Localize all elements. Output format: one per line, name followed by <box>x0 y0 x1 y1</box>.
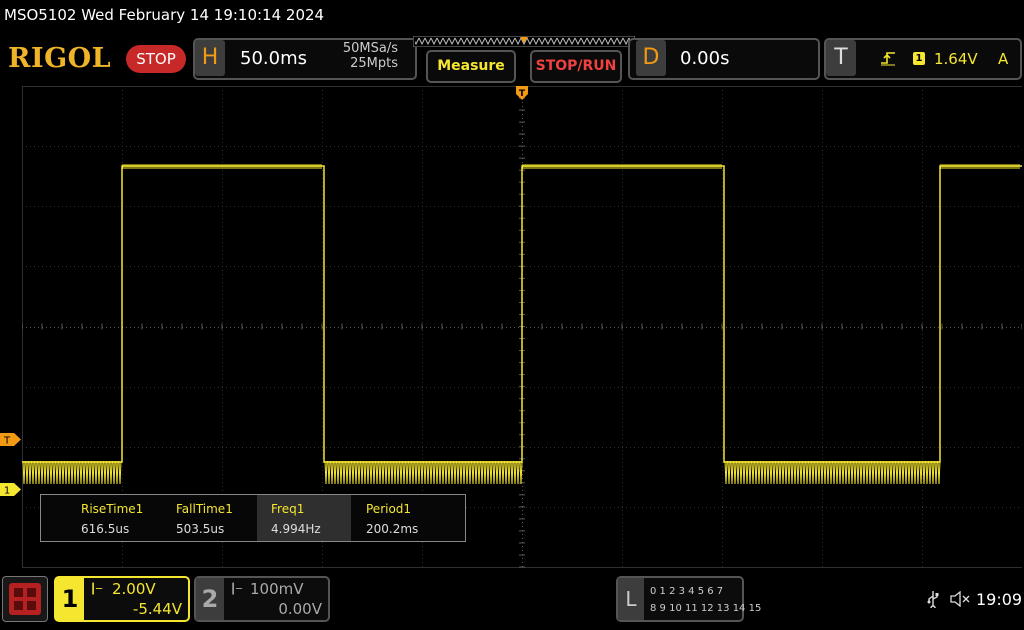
channel-1-label: 1 <box>56 578 84 620</box>
measurement-rise-time: RiseTime1 616.5us <box>67 495 161 541</box>
sample-rate: 50MSa/s <box>342 41 398 56</box>
timebase-value: 50.0ms <box>240 48 307 69</box>
memory-depth: 25Mpts <box>350 56 398 71</box>
trigger-label: T <box>826 40 856 76</box>
channel-1-offset-marker[interactable]: 1 <box>0 483 22 496</box>
rising-edge-icon <box>881 52 895 66</box>
measurement-panel[interactable]: RiseTime1 616.5us FallTime1 503.5us Freq… <box>40 494 466 542</box>
logic-analyzer-label: L <box>618 578 644 620</box>
delay-value: 0.00s <box>680 48 730 69</box>
channel-2-scale: 100mV <box>250 580 304 598</box>
brand-logo: RIGOL <box>8 43 112 74</box>
channel-2-label: 2 <box>196 578 224 620</box>
channel-1-noise <box>22 164 1020 485</box>
clock: 19:09 <box>976 590 1023 609</box>
trigger-level-marker[interactable]: T <box>0 433 22 446</box>
measurement-value: 4.994Hz <box>271 522 321 536</box>
measurement-label: RiseTime1 <box>81 502 144 516</box>
measurement-label: Freq1 <box>271 502 305 516</box>
measurement-value: 200.2ms <box>366 522 419 536</box>
measurement-label: Period1 <box>366 502 412 516</box>
dc-coupling-icon: ┃─ <box>90 584 103 595</box>
stop-run-button[interactable]: STOP/RUN <box>530 50 622 83</box>
horizontal-label: H <box>195 40 225 76</box>
trigger-source-badge: 1 <box>913 52 925 65</box>
trigger-position-marker: T <box>516 86 528 100</box>
measurement-fall-time: FallTime1 503.5us <box>162 495 256 541</box>
sound-muted-icon[interactable] <box>950 591 972 607</box>
memory-position-bar[interactable] <box>413 36 635 47</box>
measurement-frequency: Freq1 4.994Hz <box>257 495 351 541</box>
measure-button[interactable]: Measure <box>426 50 516 83</box>
channel-2-offset: 0.00V <box>278 600 322 618</box>
main-menu-icon[interactable] <box>2 576 48 622</box>
channel-1-offset: -5.44V <box>132 600 182 618</box>
title-bar: MSO5102 Wed February 14 19:10:14 2024 <box>4 6 325 24</box>
digital-channels-low: 0 1 2 3 4 5 6 7 <box>650 586 724 597</box>
measurement-value: 503.5us <box>176 522 225 536</box>
channel-1-trace <box>22 165 1022 463</box>
measurement-value: 616.5us <box>81 522 130 536</box>
trigger-level: 1.64V <box>934 50 978 68</box>
trigger-marker-label: T <box>3 436 11 447</box>
channel-1-marker-label: 1 <box>4 486 10 497</box>
acquisition-info: 50MSa/s 25Mpts <box>300 41 398 71</box>
svg-text:T: T <box>519 89 526 99</box>
delay-label: D <box>636 40 666 76</box>
measurement-label: FallTime1 <box>176 502 233 516</box>
run-status-badge[interactable]: STOP <box>126 45 186 73</box>
measurement-period: Period1 200.2ms <box>352 495 446 541</box>
dc-coupling-icon: ┃─ <box>230 584 243 595</box>
trigger-mode: A <box>998 50 1009 68</box>
channel-1-scale: 2.00V <box>112 580 156 598</box>
digital-channels-high: 8 9 10 11 12 13 14 15 <box>650 603 762 614</box>
usb-icon <box>927 591 939 608</box>
